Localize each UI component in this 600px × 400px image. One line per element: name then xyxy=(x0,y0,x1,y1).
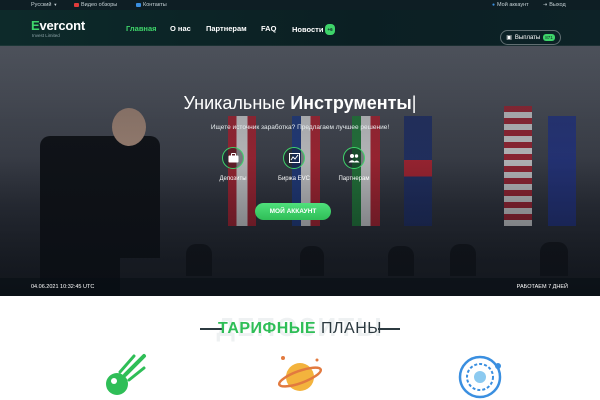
contacts-label: Контакты xyxy=(143,1,167,8)
nav-partners[interactable]: Партнерам xyxy=(206,24,247,33)
video-reviews-link[interactable]: Видео обзоры xyxy=(74,2,117,8)
logout-label: Выход xyxy=(549,1,566,8)
logo[interactable]: Evercont xyxy=(31,19,85,32)
working-days: РАБОТАЕМ 7 ДНЕЙ xyxy=(516,284,568,290)
logout-link[interactable]: ⇥ Выход xyxy=(543,2,566,8)
plans-title: ТАРИФНЫЕ ПЛАНЫ xyxy=(0,320,600,338)
logout-icon: ⇥ xyxy=(543,1,548,8)
feature-partners[interactable]: Партнерам xyxy=(319,147,389,182)
feature-partners-label: Партнерам xyxy=(338,176,370,182)
divider-right xyxy=(378,328,400,330)
hero-title: Уникальные Инструменты| xyxy=(0,93,600,113)
wallet-icon: ▣ xyxy=(506,35,512,41)
header: Evercont Invest Limited Главная О нас Па… xyxy=(0,10,600,46)
language-select[interactable]: Русский ▼ xyxy=(31,2,57,8)
nav-news[interactable]: Новости +6 xyxy=(292,24,335,35)
nav-home[interactable]: Главная xyxy=(126,24,157,33)
mail-icon xyxy=(136,2,141,7)
plans-title-rest: ПЛАНЫ xyxy=(316,320,382,337)
status-bar: 04.06.2021 10:32:45 UTC РАБОТАЕМ 7 ДНЕЙ xyxy=(0,278,600,296)
payouts-badge: 871 xyxy=(543,34,555,41)
language-label: Русский xyxy=(31,1,52,8)
page: Русский ▼ Видео обзоры Контакты ● Мой ак… xyxy=(0,0,600,400)
my-account-button[interactable]: МОЙ АККАУНТ xyxy=(255,203,331,220)
users-icon xyxy=(343,147,365,169)
text-cursor: | xyxy=(411,93,417,113)
chart-icon xyxy=(283,147,305,169)
briefcase-icon xyxy=(222,147,244,169)
payouts-label: Выплаты xyxy=(514,34,541,41)
chevron-down-icon: ▼ xyxy=(53,2,58,7)
my-account-link[interactable]: ● Мой аккаунт xyxy=(492,2,529,8)
payouts-button[interactable]: ▣ Выплаты 871 xyxy=(500,30,561,45)
hero-title-light: Уникальные xyxy=(183,93,291,113)
logo-text: vercont xyxy=(39,18,86,33)
logo-subtitle: Invest Limited xyxy=(32,33,60,38)
planet-icon xyxy=(277,356,323,391)
galaxy-icon xyxy=(458,355,502,399)
hero-section: Уникальные Инструменты| Ищете источник з… xyxy=(0,46,600,296)
server-datetime: 04.06.2021 10:32:45 UTC xyxy=(31,284,95,290)
hero-title-bold: Инструменты xyxy=(290,93,412,113)
nav-news-label: Новости xyxy=(292,25,324,34)
top-bar: Русский ▼ Видео обзоры Контакты ● Мой ак… xyxy=(0,0,600,10)
my-account-label: Мой аккаунт xyxy=(497,1,529,8)
news-badge: +6 xyxy=(325,24,335,35)
meteor-icon xyxy=(106,354,146,395)
plans-title-accent: ТАРИФНЫЕ xyxy=(218,320,317,337)
nav-faq[interactable]: FAQ xyxy=(261,24,276,33)
hero-subtitle: Ищете источник заработка? Предлагаем луч… xyxy=(210,124,390,131)
feature-deposits-label: Депозиты xyxy=(219,176,247,182)
feature-deposits[interactable]: Депозиты xyxy=(198,147,268,182)
nav-about[interactable]: О нас xyxy=(170,24,191,33)
contacts-link[interactable]: Контакты xyxy=(136,2,167,8)
video-reviews-label: Видео обзоры xyxy=(81,1,118,8)
user-icon: ● xyxy=(492,1,496,8)
youtube-icon xyxy=(74,2,79,7)
